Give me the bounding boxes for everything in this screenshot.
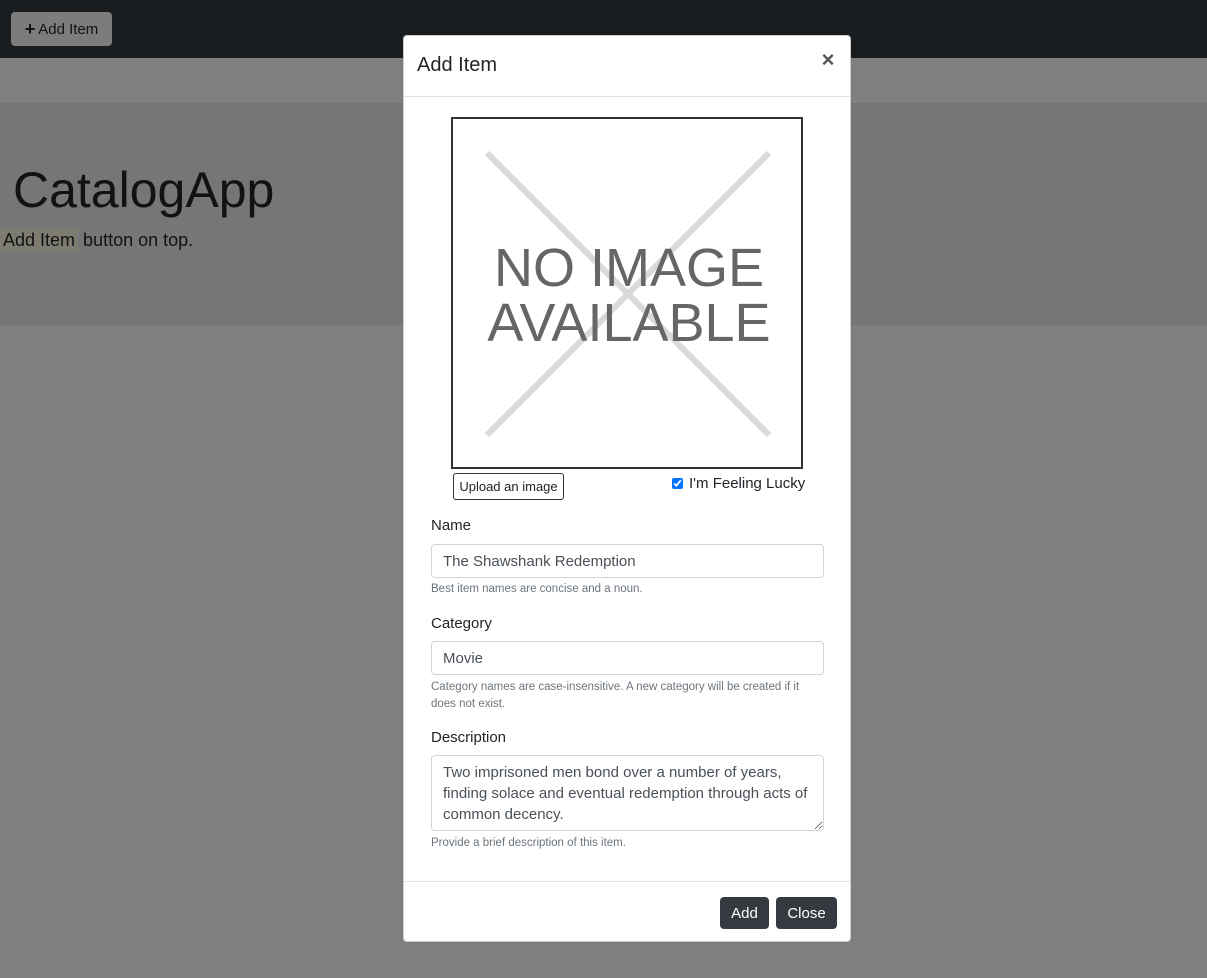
image-preview: NO IMAGE AVAILABLE [451,117,803,469]
close-button[interactable]: Close [776,897,837,929]
feeling-lucky-label: I'm Feeling Lucky [689,475,806,492]
add-item-modal: Add Item × NO IMAGE AVAILABLE Upload an … [403,35,851,942]
upload-image-button[interactable]: Upload an image [453,473,564,500]
add-button[interactable]: Add [720,897,769,929]
placeholder-line-2: AVAILABLE [487,293,770,353]
description-help: Provide a brief description of this item… [431,837,626,849]
name-label: Name [431,517,472,534]
placeholder-line-1: NO IMAGE [494,238,764,298]
category-field[interactable] [431,641,824,675]
modal-title: Add Item [417,54,498,76]
name-help: Best item names are concise and a noun. [431,583,643,595]
feeling-lucky-checkbox[interactable] [672,478,683,489]
description-label: Description [431,729,507,746]
category-help: Category names are case-insensitive. A n… [431,681,800,710]
modal-header: Add Item × [404,36,850,97]
modal-footer: Add Close [404,881,850,942]
feeling-lucky-option[interactable]: I'm Feeling Lucky [672,475,805,492]
category-label: Category [431,615,492,632]
close-icon[interactable]: × [818,49,838,71]
no-image-placeholder: NO IMAGE AVAILABLE [484,150,772,438]
name-field[interactable] [431,544,824,578]
description-field[interactable]: Two imprisoned men bond over a number of… [431,755,824,831]
